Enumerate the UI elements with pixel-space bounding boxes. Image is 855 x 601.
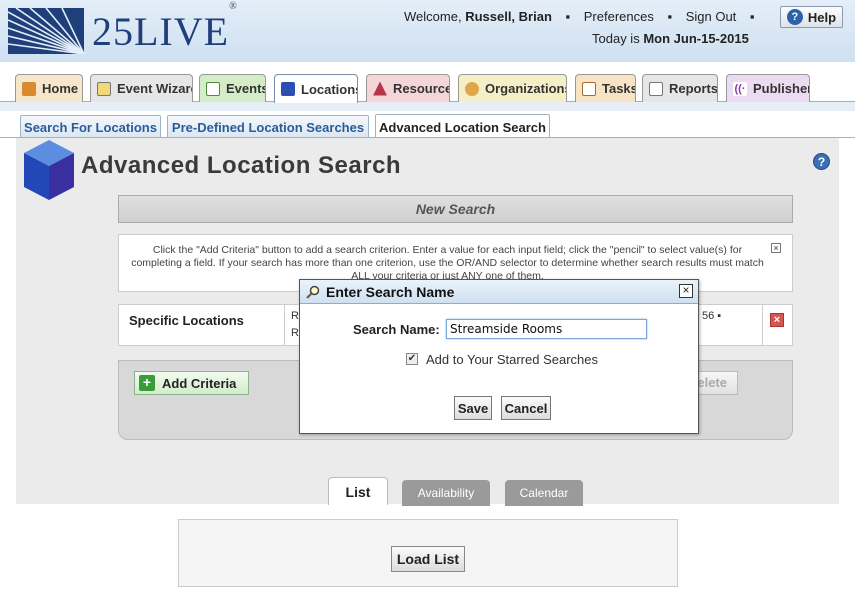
- tab-tasks[interactable]: Tasks: [575, 74, 636, 102]
- tab-publisher[interactable]: ((· Publisher: [726, 74, 810, 102]
- people-icon: [465, 81, 479, 96]
- enter-search-name-dialog: Enter Search Name × Search Name: ✔ Add t…: [299, 279, 699, 434]
- search-name-label: Search Name:: [353, 322, 440, 337]
- new-search-header: New Search: [118, 195, 793, 223]
- tab-list[interactable]: List: [328, 477, 388, 505]
- tab-resources[interactable]: Resources: [366, 74, 450, 102]
- tab-reports[interactable]: Reports: [642, 74, 718, 102]
- tab-availability[interactable]: Availability: [402, 480, 490, 506]
- criteria-value: 56 ▪: [702, 310, 722, 322]
- starred-checkbox[interactable]: ✔: [406, 353, 418, 365]
- sign-out-link[interactable]: Sign Out: [686, 9, 737, 24]
- close-icon[interactable]: ×: [771, 243, 781, 253]
- cancel-button[interactable]: Cancel: [501, 396, 551, 420]
- main-tabs: Home Event Wizard Events Locations Resou…: [14, 74, 855, 103]
- logo-rays-icon: [8, 8, 84, 54]
- user-name: Russell, Brian: [465, 9, 552, 24]
- location-cube-icon: [24, 140, 74, 200]
- document-icon: [649, 81, 663, 96]
- sub-tabs: Search For Locations Pre-Defined Locatio…: [0, 111, 855, 139]
- magnifier-icon: [306, 285, 320, 299]
- tab-strip-bar: [0, 101, 855, 111]
- svg-text:?: ?: [818, 155, 825, 169]
- cone-icon: [373, 81, 387, 96]
- criteria-value: R: [291, 310, 299, 322]
- help-button[interactable]: ? Help: [780, 6, 843, 28]
- plus-icon: +: [139, 375, 155, 391]
- tab-organizations[interactable]: Organizations: [458, 74, 567, 102]
- criteria-label: Specific Locations: [129, 313, 244, 328]
- tab-events[interactable]: Events: [199, 74, 266, 102]
- divider: [762, 305, 763, 345]
- home-icon: [22, 81, 36, 96]
- tab-calendar[interactable]: Calendar: [505, 480, 583, 506]
- welcome-text: Welcome,: [404, 9, 462, 24]
- save-button[interactable]: Save: [454, 396, 492, 420]
- calendar-icon: [206, 81, 220, 96]
- search-name-input[interactable]: [446, 319, 647, 339]
- criteria-value: R: [291, 327, 299, 339]
- preferences-link[interactable]: Preferences: [584, 9, 654, 24]
- today-date: Today is Mon Jun-15-2015: [592, 31, 749, 46]
- dialog-title-bar: Enter Search Name: [300, 280, 698, 304]
- tab-predefined-location-searches[interactable]: Pre-Defined Location Searches: [167, 115, 369, 138]
- dialog-title: Enter Search Name: [326, 283, 455, 300]
- starred-label: Add to Your Starred Searches: [426, 352, 599, 367]
- help-icon: ?: [786, 9, 803, 25]
- user-nav: Welcome, Russell, Brian ▪ Preferences ▪ …: [404, 9, 755, 24]
- pencil-icon: [97, 81, 111, 96]
- tab-search-for-locations[interactable]: Search For Locations: [20, 115, 161, 138]
- close-icon[interactable]: ×: [679, 284, 693, 298]
- tab-advanced-location-search[interactable]: Advanced Location Search: [375, 114, 550, 139]
- broadcast-icon: ((·: [733, 81, 747, 96]
- page-title: Advanced Location Search: [81, 152, 402, 179]
- divider: [284, 305, 285, 345]
- logo: 25LIVE®: [92, 0, 238, 54]
- remove-criteria-icon[interactable]: ×: [770, 313, 784, 327]
- tab-event-wizard[interactable]: Event Wizard: [90, 74, 193, 102]
- cube-icon: [281, 82, 295, 96]
- help-icon[interactable]: ?: [813, 153, 830, 170]
- tab-locations[interactable]: Locations: [274, 74, 358, 103]
- clipboard-icon: [582, 81, 596, 96]
- app-header: 25LIVE® Welcome, Russell, Brian ▪ Prefer…: [0, 0, 855, 62]
- add-criteria-button[interactable]: + Add Criteria: [134, 371, 249, 395]
- tab-home[interactable]: Home: [15, 74, 83, 102]
- load-list-button[interactable]: Load List: [391, 546, 465, 572]
